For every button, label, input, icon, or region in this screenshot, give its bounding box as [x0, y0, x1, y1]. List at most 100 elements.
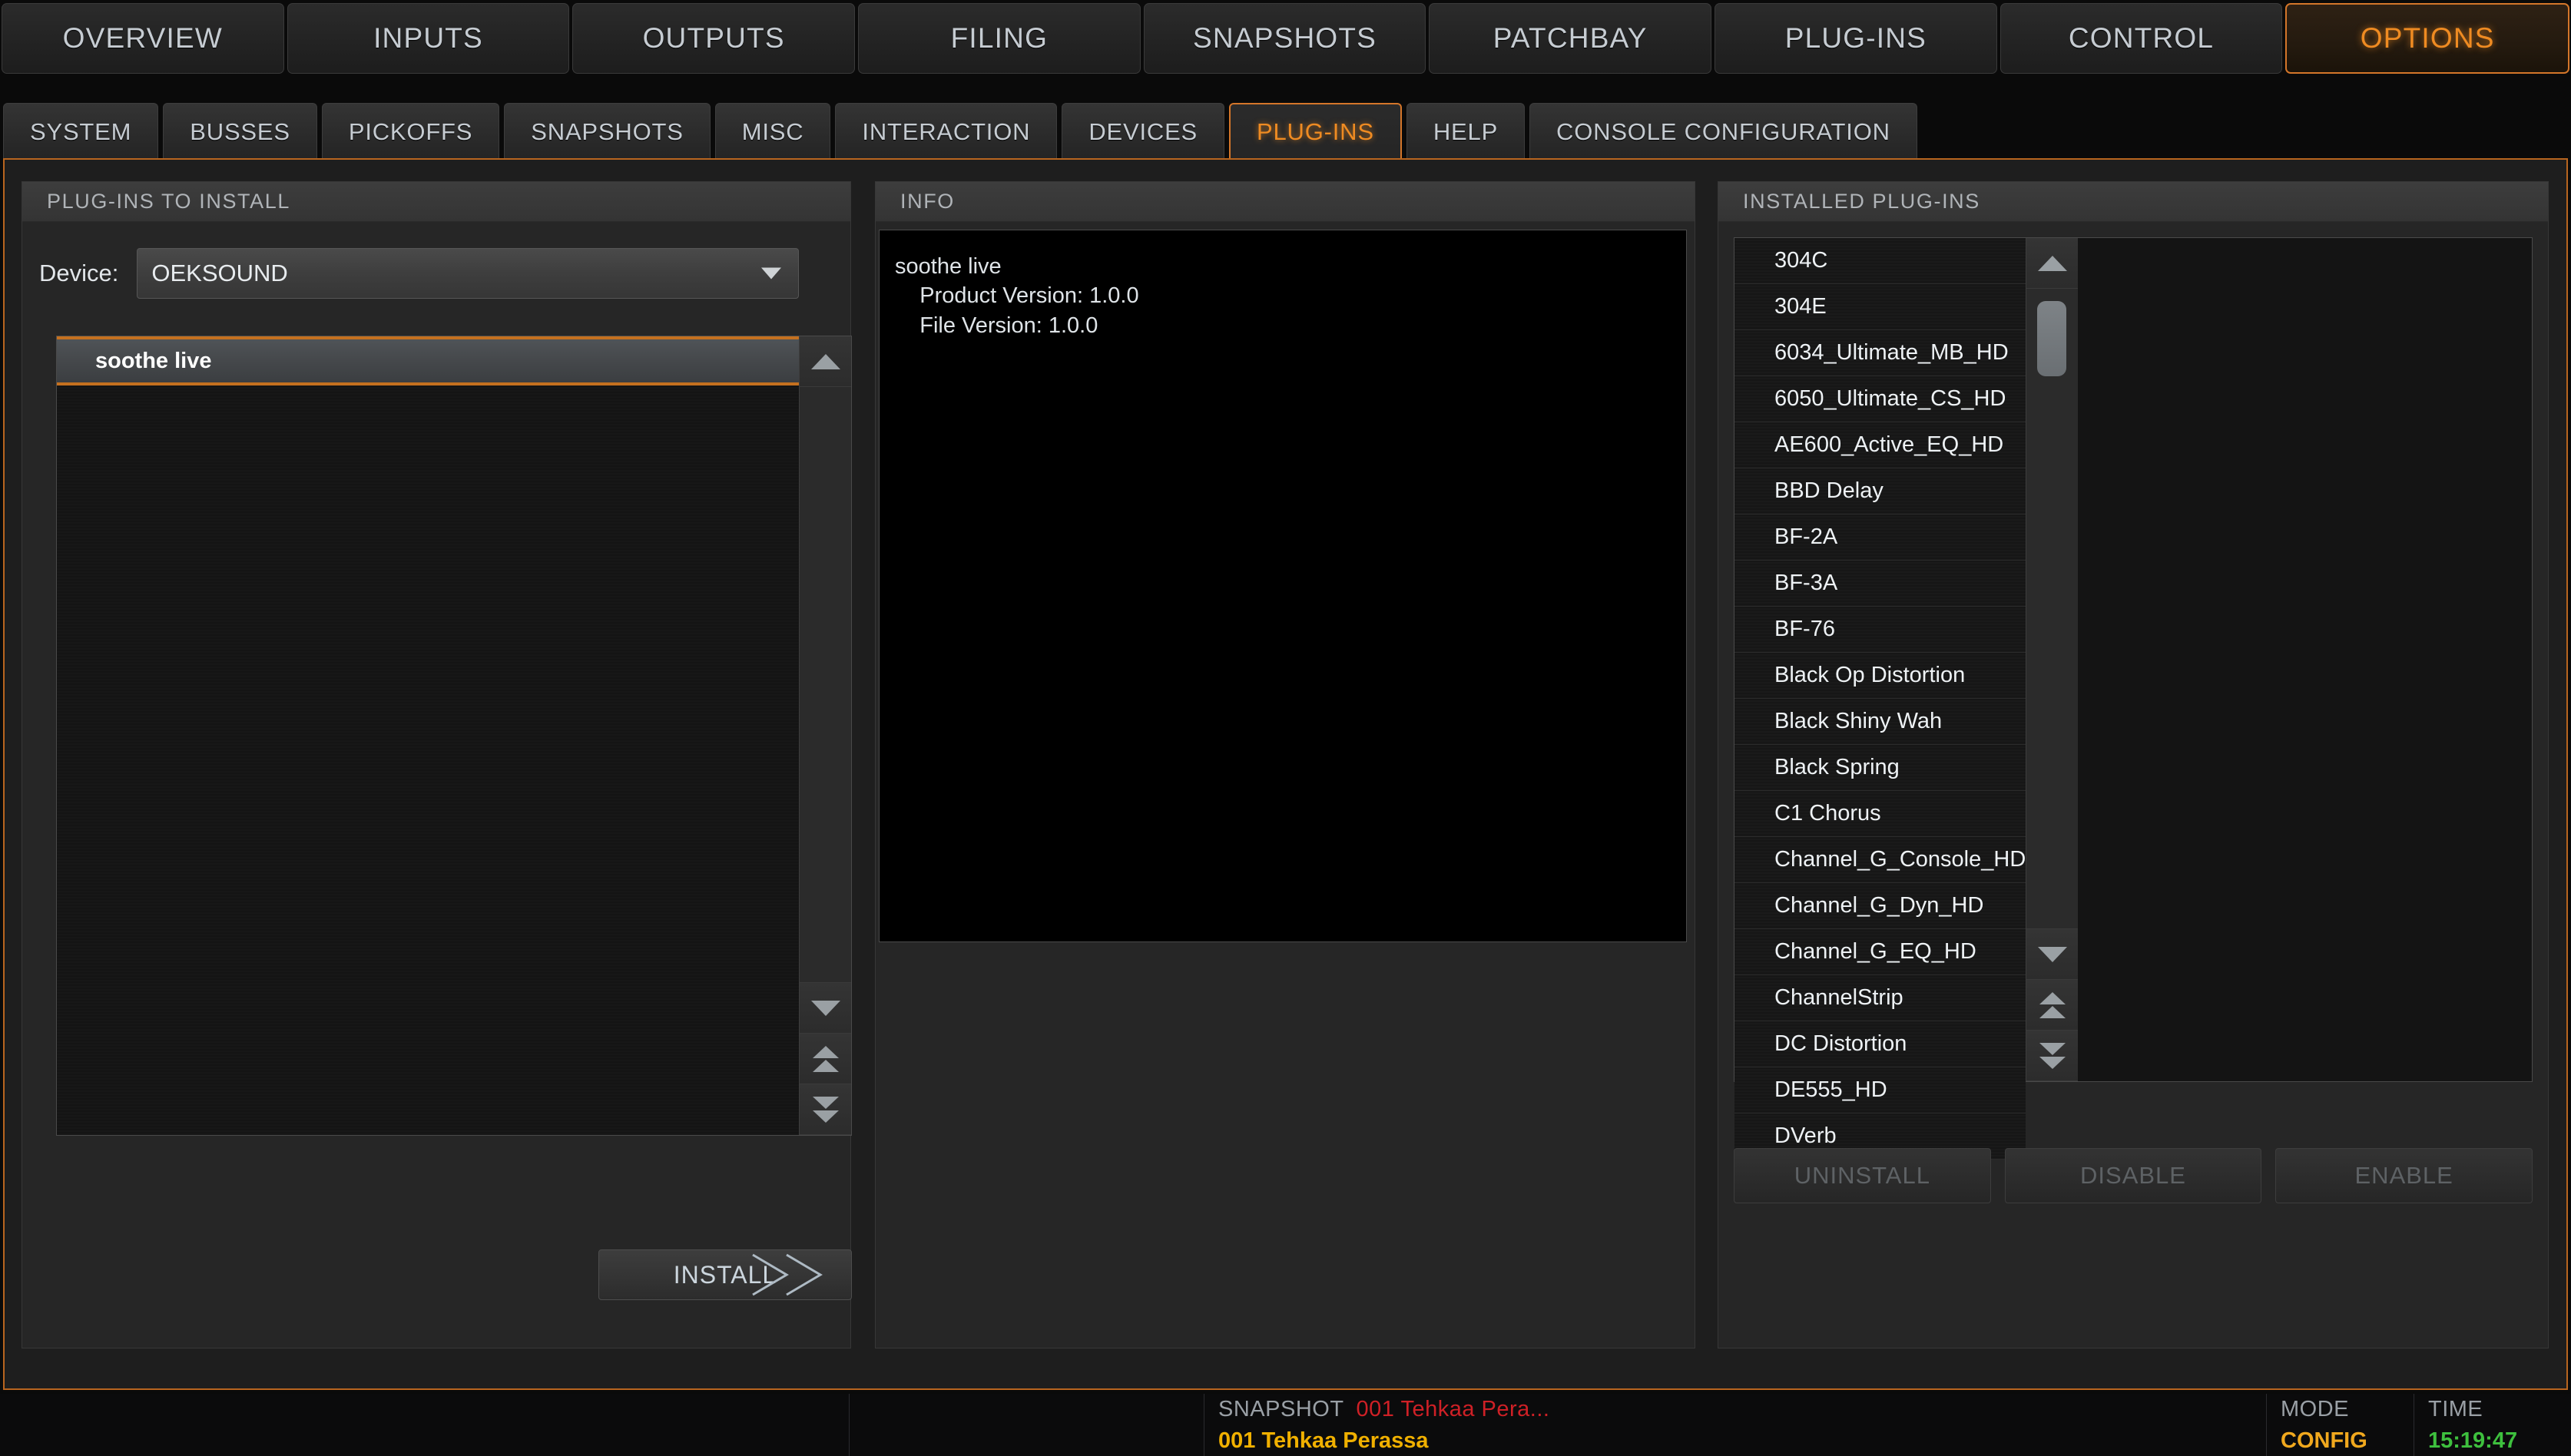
subtab-snapshots[interactable]: SNAPSHOTS	[504, 103, 711, 160]
installed-plugins-list: 304C 304E 6034_Ultimate_MB_HD 6050_Ultimate…	[1734, 237, 2533, 1160]
tab-patchbay[interactable]: PATCHBAY	[1429, 3, 1712, 74]
info-text: soothe live Product Version: 1.0.0 File …	[879, 230, 1687, 942]
list-item[interactable]: Channel_G_EQ_HD	[1734, 929, 2026, 975]
scroll-down-button[interactable]	[800, 983, 851, 1034]
scroll-track[interactable]	[2026, 289, 2079, 929]
scroll-page-up-button[interactable]	[2026, 980, 2079, 1031]
tab-overview[interactable]: OVERVIEW	[2, 3, 284, 74]
status-right-spacer	[1588, 1394, 2266, 1456]
subtab-label: CONSOLE CONFIGURATION	[1556, 117, 1890, 145]
subtab-help[interactable]: HELP	[1406, 103, 1526, 160]
list-item[interactable]: DC Distortion	[1734, 1021, 2026, 1067]
subtab-pickoffs[interactable]: PICKOFFS	[321, 103, 500, 160]
mode-cell: MODE CONFIG	[2266, 1394, 2414, 1456]
installed-plugins-title: INSTALLED PLUG-INS	[1718, 182, 2548, 222]
list-item[interactable]: 304C	[1734, 238, 2026, 284]
install-list-items[interactable]: soothe live	[57, 336, 799, 1135]
subtab-interaction[interactable]: INTERACTION	[835, 103, 1058, 160]
subtab-label: HELP	[1433, 117, 1499, 145]
list-item[interactable]: BF-2A	[1734, 515, 2026, 561]
triangle-down-icon	[810, 1000, 840, 1016]
button-label: DISABLE	[2080, 1162, 2186, 1189]
list-item[interactable]: BF-76	[1734, 607, 2026, 653]
button-label: UNINSTALL	[1794, 1162, 1930, 1189]
subtab-console-configuration[interactable]: CONSOLE CONFIGURATION	[1529, 103, 1917, 160]
content-frame: PLUG-INS TO INSTALL Device: OEKSOUND soo…	[3, 158, 2568, 1390]
tab-snapshots[interactable]: SNAPSHOTS	[1143, 3, 1426, 74]
status-left-spacer	[0, 1394, 849, 1456]
list-item[interactable]: 6034_Ultimate_MB_HD	[1734, 330, 2026, 376]
device-select-value: OEKSOUND	[151, 260, 288, 286]
tab-filing[interactable]: FILING	[858, 3, 1141, 74]
scroll-up-button[interactable]	[800, 336, 851, 387]
tab-label: OPTIONS	[2360, 22, 2495, 54]
subtab-label: BUSSES	[190, 117, 290, 145]
tab-plug-ins[interactable]: PLUG-INS	[1715, 3, 1997, 74]
installed-plugins-items[interactable]: 304C 304E 6034_Ultimate_MB_HD 6050_Ultimate…	[1734, 238, 2026, 1160]
plugins-to-install-title: PLUG-INS TO INSTALL	[22, 182, 850, 222]
status-mid-spacer	[849, 1394, 1204, 1456]
double-triangle-down-icon	[2039, 1042, 2066, 1069]
list-item-label: soothe live	[95, 348, 212, 373]
tab-label: PLUG-INS	[1784, 22, 1927, 54]
scroll-thumb[interactable]	[2037, 301, 2067, 376]
subtab-plug-ins[interactable]: PLUG-INS	[1229, 103, 1402, 160]
subtab-label: SNAPSHOTS	[531, 117, 684, 145]
tab-options[interactable]: OPTIONS	[2285, 3, 2570, 74]
list-item[interactable]: soothe live	[57, 336, 799, 386]
installed-list-scrollbar[interactable]	[2026, 238, 2079, 1081]
tab-label: SNAPSHOTS	[1193, 22, 1377, 54]
scroll-page-down-button[interactable]	[800, 1084, 851, 1135]
subtab-label: MISC	[741, 117, 804, 145]
install-button[interactable]: INSTALL	[598, 1249, 852, 1300]
list-item[interactable]: C1 Chorus	[1734, 791, 2026, 837]
list-item[interactable]: BF-3A	[1734, 561, 2026, 607]
list-item[interactable]: Channel_G_Dyn_HD	[1734, 883, 2026, 929]
list-item[interactable]: 304E	[1734, 284, 2026, 330]
device-select[interactable]: OEKSOUND	[137, 248, 800, 299]
install-list-scrollbar[interactable]	[799, 336, 851, 1135]
tab-control[interactable]: CONTROL	[1999, 3, 2283, 74]
double-chevron-right-icon	[747, 1252, 839, 1298]
snapshot-current: 001 Tehkaa Pera...	[1356, 1396, 1550, 1421]
list-item[interactable]: ChannelStrip	[1734, 975, 2026, 1021]
double-triangle-up-icon	[812, 1045, 839, 1072]
snapshot-label: SNAPSHOT	[1218, 1396, 1344, 1421]
snapshot-cell[interactable]: SNAPSHOT 001 Tehkaa Pera... 001 Tehkaa P…	[1204, 1394, 1588, 1456]
tab-label: OVERVIEW	[62, 22, 224, 54]
chevron-down-icon	[761, 267, 782, 280]
subtab-spacer	[1922, 103, 2568, 160]
info-panel: INFO soothe live Product Version: 1.0.0 …	[875, 181, 1695, 1348]
double-triangle-down-icon	[812, 1096, 839, 1123]
tab-inputs[interactable]: INPUTS	[287, 3, 570, 74]
plugins-to-install-panel: PLUG-INS TO INSTALL Device: OEKSOUND soo…	[22, 181, 852, 1348]
scroll-page-up-button[interactable]	[800, 1034, 851, 1084]
scroll-track[interactable]	[800, 387, 851, 983]
subtab-system[interactable]: SYSTEM	[3, 103, 159, 160]
list-item[interactable]: BBD Delay	[1734, 468, 2026, 515]
subtab-label: SYSTEM	[30, 117, 132, 145]
status-bar: SNAPSHOT 001 Tehkaa Pera... 001 Tehkaa P…	[0, 1394, 2571, 1456]
subtab-busses[interactable]: BUSSES	[163, 103, 317, 160]
list-item[interactable]: Black Shiny Wah	[1734, 699, 2026, 745]
list-item[interactable]: Channel_G_Console_HD	[1734, 837, 2026, 883]
list-item[interactable]: AE600_Active_EQ_HD	[1734, 422, 2026, 468]
list-item[interactable]: 6050_Ultimate_CS_HD	[1734, 376, 2026, 422]
list-item[interactable]: DE555_HD	[1734, 1067, 2026, 1114]
time-cell: TIME 15:19:47	[2414, 1394, 2571, 1456]
subtab-misc[interactable]: MISC	[714, 103, 831, 160]
triangle-down-icon	[2037, 946, 2067, 962]
tab-outputs[interactable]: OUTPUTS	[572, 3, 856, 74]
list-item[interactable]: Black Spring	[1734, 745, 2026, 791]
disable-button: DISABLE	[2004, 1148, 2262, 1203]
install-list: soothe live	[56, 336, 852, 1136]
scroll-page-down-button[interactable]	[2026, 1031, 2079, 1081]
list-item[interactable]: Black Op Distortion	[1734, 653, 2026, 699]
scroll-up-button[interactable]	[2026, 238, 2079, 289]
subtab-label: PLUG-INS	[1257, 118, 1374, 145]
time-value: 15:19:47	[2428, 1428, 2518, 1453]
mode-label: MODE	[2281, 1396, 2349, 1421]
scroll-down-button[interactable]	[2026, 929, 2079, 980]
subtab-devices[interactable]: DEVICES	[1062, 103, 1225, 160]
enable-button: ENABLE	[2275, 1148, 2533, 1203]
